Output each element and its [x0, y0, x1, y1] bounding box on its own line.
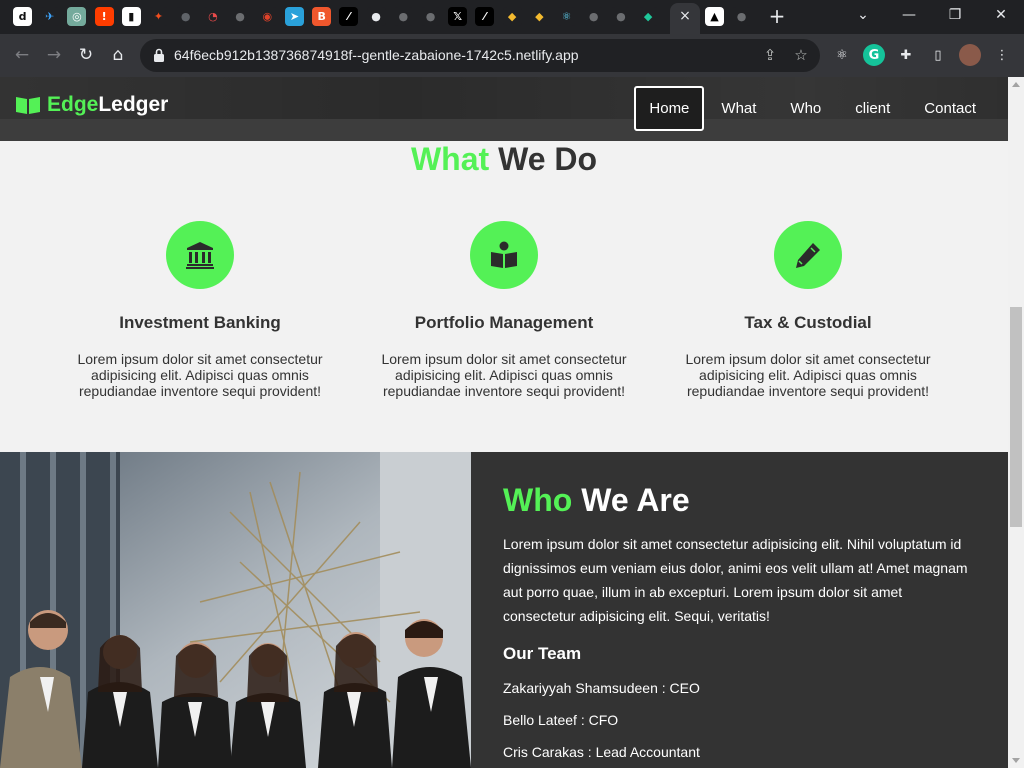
alert-app-icon[interactable]: ! — [94, 7, 114, 26]
open-book-icon — [16, 97, 40, 114]
book-reader-icon — [491, 241, 517, 268]
tab-search-button[interactable]: ⌄ — [840, 0, 886, 30]
scroll-thumb[interactable] — [1010, 307, 1022, 527]
chatgpt-icon[interactable]: ◎ — [67, 7, 87, 26]
side-panel-icon[interactable]: ▯ — [927, 44, 949, 66]
nav-home-link[interactable]: Home — [634, 86, 705, 131]
who-description: Lorem ipsum dolor sit amet consectetur a… — [503, 536, 968, 624]
scroll-down-arrow-icon[interactable] — [1012, 758, 1020, 763]
nav-contact-link[interactable]: Contact — [907, 86, 993, 131]
feature-text: Lorem ipsum dolor sit amet consectetur a… — [381, 351, 627, 399]
browser-menu-icon[interactable]: ⋮ — [991, 44, 1013, 66]
feature-text: Lorem ipsum dolor sit amet consectetur a… — [77, 351, 323, 399]
feature-icon-circle — [470, 221, 538, 289]
binance-icon[interactable]: ◆ — [502, 7, 522, 26]
speed-test-icon[interactable]: ◔ — [203, 7, 223, 26]
our-team-heading: Our Team — [503, 644, 582, 663]
link-app-icon[interactable]: ⁄ — [339, 7, 359, 26]
scroll-up-arrow-icon[interactable] — [1012, 82, 1020, 87]
who-we-are-section: Who We Are Lorem ipsum dolor sit amet co… — [0, 452, 1008, 768]
feature-title: Tax & Custodial — [744, 313, 872, 332]
brave-icon[interactable]: B — [312, 7, 332, 26]
close-tab-icon[interactable]: × — [678, 7, 692, 26]
globe-icon[interactable]: ● — [732, 7, 751, 26]
team-member: Zakariyyah Shamsudeen : CEO — [503, 680, 700, 696]
bookmark-star-icon[interactable]: ☆ — [791, 45, 811, 65]
team-member: Bello Lateef : CFO — [503, 712, 619, 728]
share-icon[interactable]: ⇪ — [760, 45, 780, 65]
feature-card: Tax & Custodial Lorem ipsum dolor sit am… — [678, 221, 938, 399]
url-text: 64f6ecb912b138736874918f--gentle-zabaion… — [174, 47, 579, 63]
extensions-puzzle-icon[interactable]: ✚ — [895, 44, 917, 66]
trello-icon[interactable]: ▮ — [121, 7, 141, 26]
profile-avatar[interactable] — [959, 44, 981, 66]
who-we-are-title: Who We Are — [503, 482, 690, 518]
figma-icon[interactable]: ✦ — [149, 7, 168, 26]
nav-client-link[interactable]: client — [838, 86, 907, 131]
globe-icon[interactable]: ● — [230, 7, 250, 26]
feature-title: Portfolio Management — [414, 313, 594, 332]
grammarly-icon[interactable]: G — [863, 44, 885, 66]
edge-green-icon[interactable]: ◆ — [638, 7, 658, 26]
feature-card: Investment Banking Lorem ipsum dolor sit… — [70, 221, 330, 399]
github-icon[interactable]: ● — [366, 7, 386, 26]
address-bar[interactable]: 64f6ecb912b138736874918f--gentle-zabaion… — [140, 39, 820, 72]
github-icon[interactable]: ● — [176, 7, 196, 26]
nav-who-link[interactable]: Who — [773, 86, 838, 131]
logo-text: EdgeLedger — [47, 93, 169, 116]
bank-icon — [186, 242, 214, 269]
window-close-button[interactable]: ✕ — [978, 0, 1024, 30]
globe-icon[interactable]: ● — [421, 7, 440, 26]
react-devtools-icon[interactable]: ⚛ — [831, 44, 853, 66]
nav-links: Home What Who client Contact — [634, 86, 993, 131]
forward-button[interactable]: → — [42, 43, 66, 67]
dribbble-like-icon[interactable]: d — [13, 7, 32, 26]
feature-card: Portfolio Management Lorem ipsum dolor s… — [374, 221, 634, 399]
pencil-icon — [796, 243, 820, 268]
restore-button[interactable]: ❐ — [932, 0, 978, 30]
home-button[interactable]: ⌂ — [106, 43, 130, 67]
globe-icon[interactable]: ● — [584, 7, 604, 26]
page-scrollbar[interactable] — [1008, 77, 1024, 768]
feature-text: Lorem ipsum dolor sit amet consectetur a… — [685, 351, 931, 399]
react-icon[interactable]: ⚛ — [557, 7, 576, 26]
feature-icon-circle — [774, 221, 842, 289]
chrome-icon[interactable]: ◉ — [257, 7, 277, 26]
globe-icon[interactable]: ● — [393, 7, 413, 26]
team-member: Cris Carakas : Lead Accountant — [503, 744, 700, 760]
new-tab-button[interactable]: + — [766, 6, 788, 28]
what-we-do-title: What We Do — [410, 141, 598, 177]
x-twitter-icon[interactable]: 𝕏 — [448, 7, 468, 26]
feature-icon-circle — [166, 221, 234, 289]
telegram-icon[interactable]: ➤ — [285, 7, 304, 26]
site-logo[interactable]: EdgeLedger — [15, 93, 168, 117]
link-app-icon[interactable]: ⁄ — [475, 7, 495, 26]
lock-icon — [154, 48, 164, 62]
globe-icon[interactable]: ● — [611, 7, 631, 26]
feature-title: Investment Banking — [119, 313, 281, 332]
team-photo — [0, 452, 471, 768]
bird-app-icon[interactable]: ✈ — [40, 7, 60, 26]
vercel-icon[interactable]: ▲ — [705, 7, 724, 26]
page-viewport: EdgeLedger Home What Who client Contact … — [0, 77, 1008, 768]
site-navbar: EdgeLedger Home What Who client Contact — [0, 77, 1008, 141]
minimize-button[interactable]: — — [886, 0, 932, 30]
binance-icon[interactable]: ◆ — [529, 7, 549, 26]
nav-what-link[interactable]: What — [704, 86, 773, 131]
browser-tab-strip: d ✈ ◎! ▮ ✦ ● ◔ ● ◉ ➤ B ⁄ ● ● ● 𝕏 ⁄ ◆ ◆ ⚛ ● ● ◆ × ▲ ● + ⌄ — ❐ ✕ — [0, 0, 1024, 34]
reload-button[interactable]: ↻ — [74, 43, 98, 67]
back-button[interactable]: ← — [10, 43, 34, 67]
